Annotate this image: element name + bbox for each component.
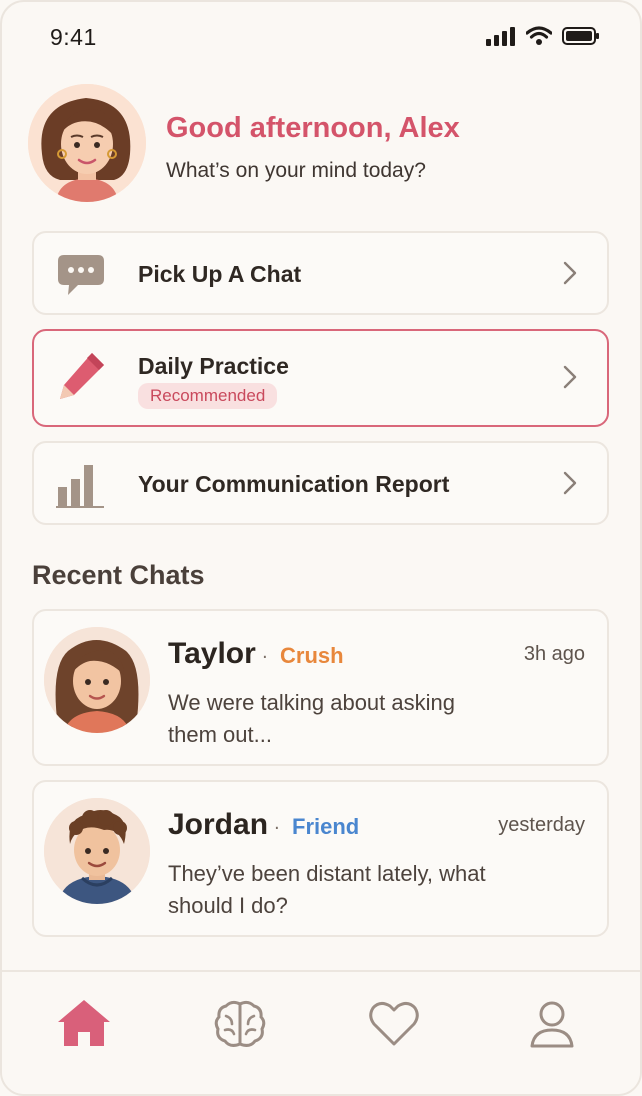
home-icon xyxy=(58,1000,110,1046)
chat-tag: Friend xyxy=(292,814,360,839)
communication-report-label: Your Communication Report xyxy=(138,471,450,497)
status-icons xyxy=(486,26,600,46)
separator-dot: · xyxy=(262,647,268,668)
nav-insights[interactable] xyxy=(212,996,268,1052)
chevron-right-icon xyxy=(563,261,577,285)
jordan-avatar xyxy=(44,798,150,904)
chat-tag: Crush xyxy=(280,643,344,668)
chevron-right-icon xyxy=(563,365,577,389)
profile-icon xyxy=(530,1001,574,1048)
recommended-badge: Recommended xyxy=(138,383,278,409)
chat-name: Taylor xyxy=(168,637,256,670)
user-avatar[interactable] xyxy=(28,84,146,202)
brain-icon xyxy=(214,1000,266,1047)
nav-favorites[interactable] xyxy=(366,996,422,1052)
chat-time: 3h ago xyxy=(523,643,585,665)
chat-item-jordan[interactable]: Jordan · Friend yesterday They’ve been d… xyxy=(32,780,609,937)
app-screen: 9:41 Good afternoon, Alex What’s on your… xyxy=(0,0,642,1096)
daily-practice-card[interactable]: Daily Practice Recommended xyxy=(32,329,609,427)
pencil-icon xyxy=(60,353,104,399)
signal-icon xyxy=(486,27,515,46)
taylor-avatar xyxy=(44,627,150,733)
bottom-nav xyxy=(2,970,640,1094)
user-avatar-illustration xyxy=(28,84,146,202)
chat-preview: They’ve been distant lately, what should… xyxy=(168,861,486,918)
taylor-avatar-illustration xyxy=(44,627,150,733)
chat-bubble-icon xyxy=(58,255,104,295)
communication-report-card[interactable]: Your Communication Report xyxy=(32,441,609,525)
chat-preview: We were talking about asking them out... xyxy=(168,690,455,747)
battery-icon xyxy=(562,27,599,45)
jordan-avatar-illustration xyxy=(44,798,150,904)
pick-up-chat-card[interactable]: Pick Up A Chat xyxy=(32,231,609,315)
nav-profile[interactable] xyxy=(524,996,580,1052)
pick-up-chat-label: Pick Up A Chat xyxy=(138,261,302,287)
chat-item-taylor[interactable]: Taylor · Crush 3h ago We were talking ab… xyxy=(32,609,609,766)
bar-chart-icon xyxy=(56,465,104,508)
greeting-subtitle: What’s on your mind today? xyxy=(166,159,426,182)
chevron-right-icon xyxy=(563,471,577,495)
heart-icon xyxy=(369,1001,419,1046)
chat-time: yesterday xyxy=(498,814,585,836)
recent-chats-title: Recent Chats xyxy=(32,560,205,590)
separator-dot: · xyxy=(274,818,280,839)
wifi-icon xyxy=(526,26,552,45)
greeting-title: Good afternoon, Alex xyxy=(166,112,460,144)
status-time: 9:41 xyxy=(50,24,97,50)
daily-practice-label: Daily Practice xyxy=(138,353,289,379)
chat-name: Jordan xyxy=(168,808,269,841)
nav-home[interactable] xyxy=(56,996,112,1052)
